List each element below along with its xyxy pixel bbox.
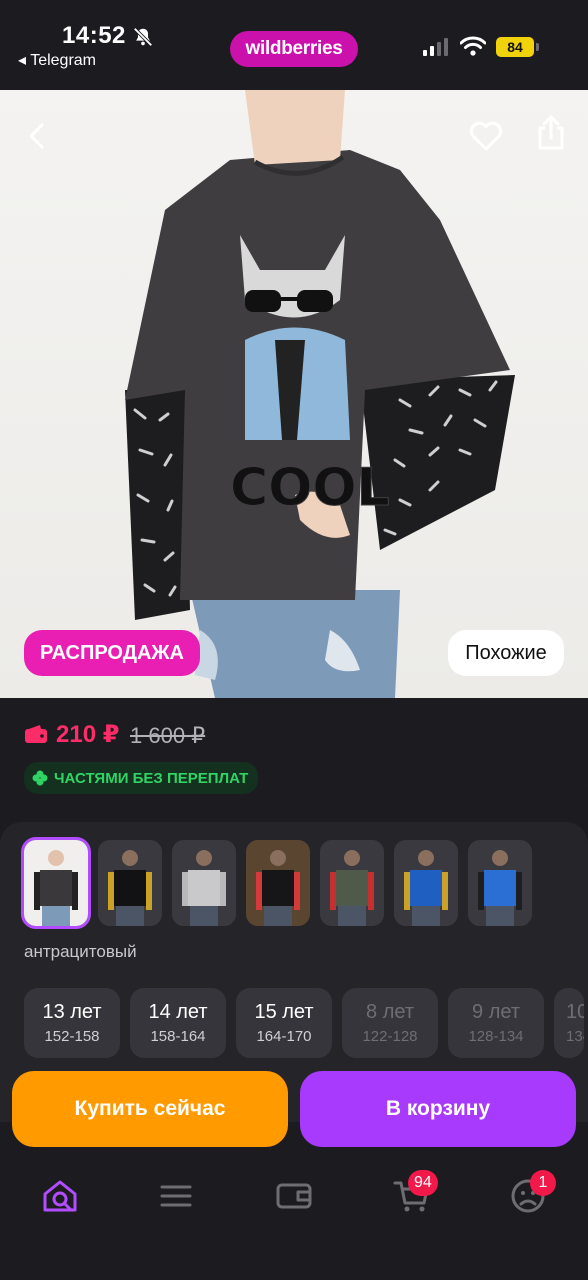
color-thumbnail[interactable] <box>21 837 91 929</box>
product-photo[interactable]: COOL РАСПРОДАЖА Похожие <box>0 90 588 698</box>
back-icon[interactable] <box>22 120 54 152</box>
installments-label: ЧАСТЯМИ БЕЗ ПЕРЕПЛАТ <box>54 769 249 787</box>
selected-color-name: антрацитовый <box>24 942 137 961</box>
cart-badge: 94 <box>408 1170 438 1196</box>
size-option[interactable]: 13 лет 152-158 <box>24 988 120 1058</box>
wifi-icon <box>460 36 486 56</box>
size-height: 134-140 <box>566 1028 584 1045</box>
home-search-icon[interactable] <box>40 1176 80 1216</box>
size-height: 164-170 <box>256 1028 312 1045</box>
battery-indicator: 84 <box>496 37 534 57</box>
back-to-telegram[interactable]: ◂ Telegram <box>18 50 96 70</box>
status-bar: 14:52 ◂ Telegram wildberries 84 <box>0 0 588 90</box>
signal-icon <box>423 38 448 56</box>
size-height: 152-158 <box>44 1028 100 1045</box>
color-thumbnails <box>21 837 532 929</box>
profile-badge: 1 <box>530 1170 556 1196</box>
add-to-cart-button[interactable]: В корзину <box>300 1071 576 1147</box>
size-age: 14 лет <box>148 1001 208 1023</box>
product-photo-illustration: COOL <box>125 90 515 698</box>
size-option[interactable]: 14 лет 158-164 <box>130 988 226 1058</box>
brand-logo: wildberries <box>230 31 358 67</box>
similar-button[interactable]: Похожие <box>448 630 564 676</box>
bottom-nav: 94 1 <box>0 1150 588 1280</box>
size-option-unavailable[interactable]: 8 лет 122-128 <box>342 988 438 1058</box>
sale-badge: РАСПРОДАЖА <box>24 630 200 676</box>
size-option-unavailable[interactable]: 10 лет 134-140 <box>554 988 584 1058</box>
battery-nub <box>536 43 539 51</box>
color-thumbnail[interactable] <box>246 840 310 926</box>
buy-now-button[interactable]: Купить сейчас <box>12 1071 288 1147</box>
size-selector: 13 лет 152-158 14 лет 158-164 15 лет 164… <box>24 988 584 1058</box>
status-time: 14:52 <box>62 22 126 49</box>
size-option[interactable]: 15 лет 164-170 <box>236 988 332 1058</box>
clover-icon <box>32 770 48 786</box>
color-thumbnail[interactable] <box>98 840 162 926</box>
menu-icon[interactable] <box>156 1176 196 1216</box>
size-age: 8 лет <box>366 1001 414 1023</box>
color-thumbnail[interactable] <box>394 840 458 926</box>
current-price: 210 ₽ <box>56 721 120 748</box>
wallet-icon <box>25 725 47 743</box>
svg-text:COOL: COOL <box>230 458 390 518</box>
wallet-tab-icon[interactable] <box>274 1176 314 1216</box>
share-icon[interactable] <box>534 114 568 152</box>
installments-badge[interactable]: ЧАСТЯМИ БЕЗ ПЕРЕПЛАТ <box>24 762 259 794</box>
heart-icon[interactable] <box>468 118 504 154</box>
size-age: 15 лет <box>254 1001 314 1023</box>
old-price: 1 600 ₽ <box>130 723 206 748</box>
size-age: 10 лет <box>566 1001 584 1023</box>
color-thumbnail[interactable] <box>172 840 236 926</box>
size-age: 9 лет <box>472 1001 520 1023</box>
bell-off-icon <box>133 27 153 47</box>
size-height: 158-164 <box>150 1028 206 1045</box>
size-height: 128-134 <box>468 1028 524 1045</box>
color-thumbnail[interactable] <box>468 840 532 926</box>
price-card: 210 ₽ 1 600 ₽ ЧАСТЯМИ БЕЗ ПЕРЕПЛАТ <box>0 698 588 810</box>
color-thumbnail[interactable] <box>320 840 384 926</box>
size-height: 122-128 <box>362 1028 418 1045</box>
size-age: 13 лет <box>42 1001 102 1023</box>
size-option-unavailable[interactable]: 9 лет 128-134 <box>448 988 544 1058</box>
